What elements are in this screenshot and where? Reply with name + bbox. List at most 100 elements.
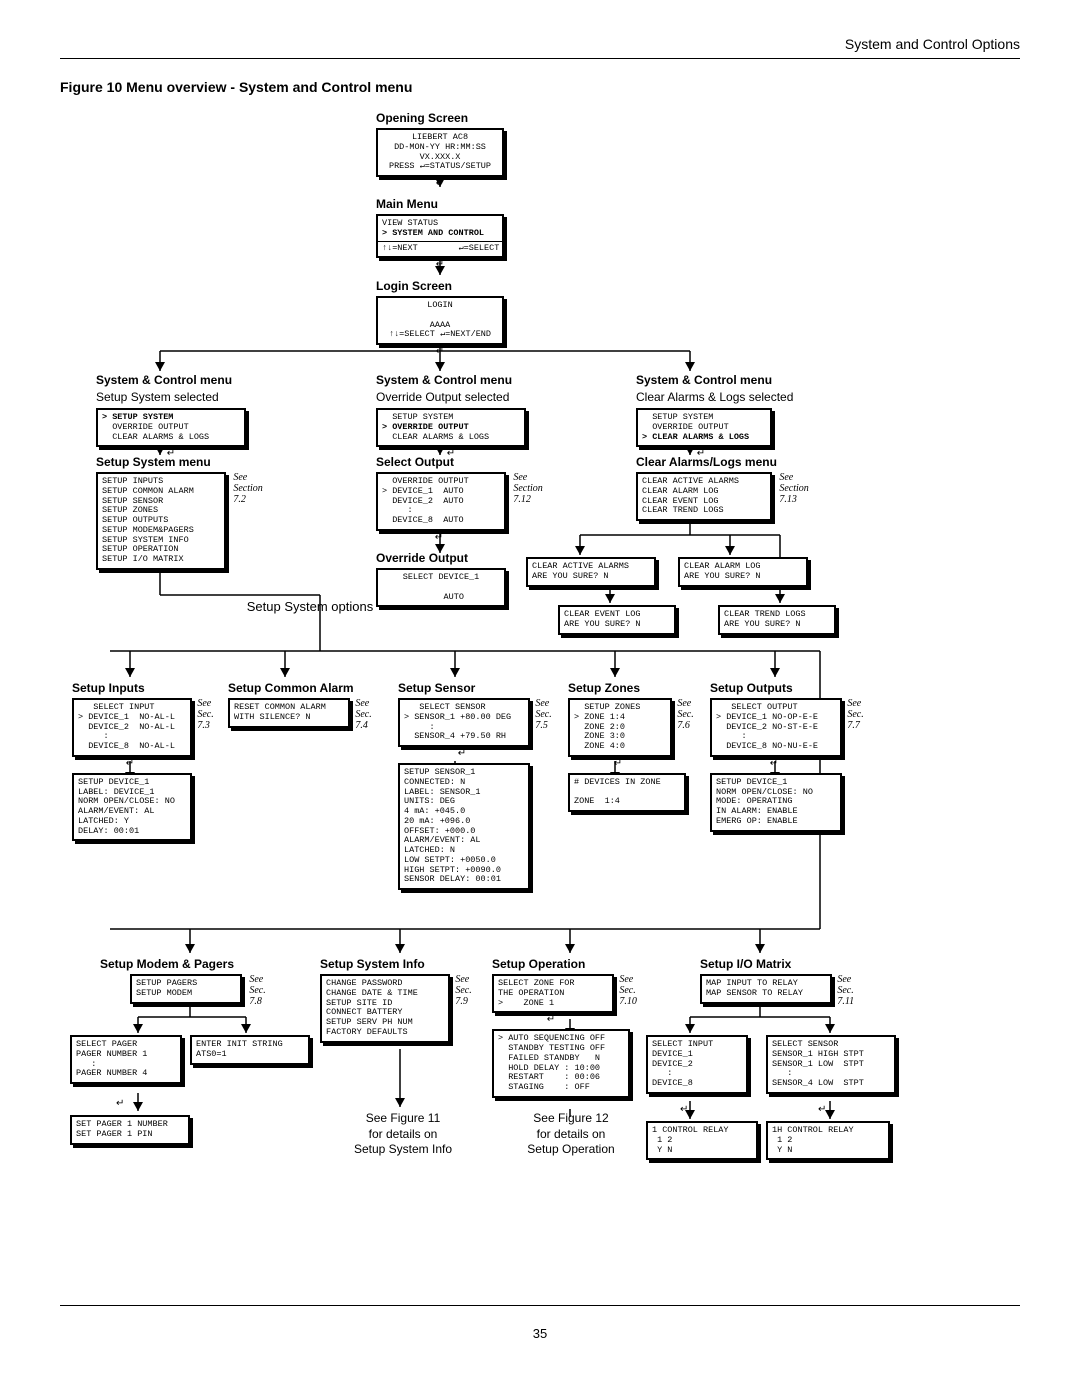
iomatrix-ctrl-b: 1H CONTROL RELAY 1 2 Y N [766,1121,890,1160]
opening-title: Opening Screen [376,111,504,125]
enter-icon: ↵ [116,1098,124,1109]
ref-7-6: See Sec. 7.6 [677,698,693,731]
setup-zones-lcd: SETUP ZONES > ZONE 1:4 ZONE 2:0 ZONE 3:0… [568,698,672,757]
enter-icon: ↵ [818,1104,826,1115]
setup-common-alarm-block: Setup Common Alarm RESET COMMON ALARM WI… [228,679,388,731]
page-number: 35 [60,1326,1020,1341]
setup-sensor-title: Setup Sensor [398,681,558,695]
diagram-canvas: Opening Screen LIEBERT AC8 DD-MON-YY HR:… [60,105,1020,1305]
rule-top [60,58,1020,59]
setup-inputs-title: Setup Inputs [72,681,222,695]
clear-alarms-title: Clear Alarms/Logs menu [636,455,836,469]
ref-7-10: See Sec. 7.10 [619,974,637,1007]
setup-options-label: Setup System options [210,599,410,614]
scm3-lcd: SETUP SYSTEM OVERRIDE OUTPUT > CLEAR ALA… [636,408,772,447]
setup-zones-title: Setup Zones [568,681,708,695]
ref-7-7: See Sec. 7.7 [847,698,863,731]
ask-active: CLEAR ACTIVE ALARMS ARE YOU SURE? N [526,557,656,587]
setup-common-alarm-title: Setup Common Alarm [228,681,388,695]
ask-alarm: CLEAR ALARM LOG ARE YOU SURE? N [678,557,808,587]
setup-iomatrix-lcd: MAP INPUT TO RELAY MAP SENSOR TO RELAY [700,974,832,1004]
enter-icon: ↵ [492,1014,610,1025]
enter-icon: ↵ [568,758,668,769]
setup-operation-title: Setup Operation [492,957,662,971]
setup-operation-lcd: SELECT ZONE FOR THE OPERATION > ZONE 1 [492,974,614,1013]
ref-7-4: See Sec. 7.4 [355,698,371,731]
setup-outputs-detail: SETUP DEVICE_1 NORM OPEN/CLOSE: NO MODE:… [710,773,842,832]
scm2-lcd: SETUP SYSTEM > OVERRIDE OUTPUT CLEAR ALA… [376,408,526,447]
enter-icon: ↵ [710,758,838,769]
enter-icon: ↵ [72,758,188,769]
ask-event: CLEAR EVENT LOG ARE YOU SURE? N [558,605,676,635]
setup-iomatrix-block: Setup I/O Matrix MAP INPUT TO RELAY MAP … [700,955,900,1007]
select-output-block: Select Output OVERRIDE OUTPUT > DEVICE_1… [376,453,546,543]
main-menu-block: Main Menu VIEW STATUS > SYSTEM AND CONTR… [376,195,504,270]
select-pager: SELECT PAGER PAGER NUMBER 1 : PAGER NUMB… [70,1035,182,1084]
see-fig-12: See Figure 12 for details on Setup Opera… [496,1111,646,1158]
setup-modem-block: Setup Modem & Pagers SETUP PAGERS SETUP … [100,955,330,1007]
setup-system-block: Setup System menu SETUP INPUTS SETUP COM… [96,453,266,570]
ref-7-8: See Sec. 7.8 [249,974,265,1007]
setup-sysinfo-title: Setup System Info [320,957,500,971]
select-output-lcd: OVERRIDE OUTPUT > DEVICE_1 AUTO DEVICE_2… [376,472,506,531]
ref-7-9: See Sec. 7.9 [455,974,471,1007]
setup-system-title: Setup System menu [96,455,266,469]
see-fig-11: See Figure 11 for details on Setup Syste… [328,1111,478,1158]
ref-7-12: See Section 7.12 [513,472,542,505]
enter-icon: ↵ [376,178,504,189]
login-title: Login Screen [376,279,504,293]
figure-title: Figure 10 Menu overview - System and Con… [60,79,1020,95]
enter-icon: ↵ [680,1104,688,1115]
init-string: ENTER INIT STRING ATS0=1 [190,1035,310,1065]
scm1-sub: Setup System selected [96,390,246,404]
ref-7-5: See Sec. 7.5 [535,698,551,731]
scm1-lcd: > SETUP SYSTEM OVERRIDE OUTPUT CLEAR ALA… [96,408,246,447]
setup-sensor-block: Setup Sensor SELECT SENSOR > SENSOR_1 +8… [398,679,558,890]
ref-7-3: See Sec. 7.3 [197,698,213,731]
page-header: System and Control Options [60,36,1020,52]
select-output-title: Select Output [376,455,546,469]
setup-sensor-lcd: SELECT SENSOR > SENSOR_1 +80.00 DEG : SE… [398,698,530,747]
clear-alarms-block: Clear Alarms/Logs menu CLEAR ACTIVE ALAR… [636,453,836,521]
override-output-title: Override Output [376,551,506,565]
setup-modem-lcd: SETUP PAGERS SETUP MODEM [130,974,242,1004]
setup-common-alarm-lcd: RESET COMMON ALARM WITH SILENCE? N [228,698,350,728]
setup-outputs-block: Setup Outputs SELECT OUTPUT > DEVICE_1 N… [710,679,880,832]
scm2-title: System & Control menu [376,373,526,387]
page-root: System and Control Options Figure 10 Men… [0,0,1080,1365]
setup-zones-detail: # DEVICES IN ZONE ZONE 1:4 [568,773,686,812]
setup-operation-block: Setup Operation SELECT ZONE FOR THE OPER… [492,955,662,1098]
scm-setup-system: System & Control menu Setup System selec… [96,371,246,459]
ref-7-13: See Section 7.13 [779,472,808,505]
setup-outputs-title: Setup Outputs [710,681,880,695]
enter-icon: ↵ [398,748,526,759]
enter-icon: ↵ [376,259,504,270]
setup-inputs-detail: SETUP DEVICE_1 LABEL: DEVICE_1 NORM OPEN… [72,773,192,842]
ref-7-2: See Section 7.2 [233,472,262,505]
iomatrix-sel-sensor: SELECT SENSOR SENSOR_1 HIGH STPT SENSOR_… [766,1035,896,1094]
enter-icon: ↵ [376,532,502,543]
setup-operation-detail: > AUTO SEQUENCING OFF STANDBY TESTING OF… [492,1029,630,1098]
enter-icon: ↵ [376,346,504,357]
setup-sensor-detail: SETUP SENSOR_1 CONNECTED: N LABEL: SENSO… [398,763,530,890]
login-block: Login Screen LOGIN AAAA ↑↓=SELECT ↵=NEXT… [376,277,504,357]
setup-inputs-lcd: SELECT INPUT > DEVICE_1 NO-AL-L DEVICE_2… [72,698,192,757]
setup-iomatrix-title: Setup I/O Matrix [700,957,900,971]
ask-trend: CLEAR TREND LOGS ARE YOU SURE? N [718,605,836,635]
main-menu-lcd: VIEW STATUS > SYSTEM AND CONTROL ↑↓=NEXT… [376,214,504,258]
rule-bottom [60,1305,1020,1306]
scm1-title: System & Control menu [96,373,246,387]
login-lcd: LOGIN AAAA ↑↓=SELECT ↵=NEXT/END [376,296,504,345]
iomatrix-ctrl-a: 1 CONTROL RELAY 1 2 Y N [646,1121,758,1160]
setup-sysinfo-lcd: CHANGE PASSWORD CHANGE DATE & TIME SETUP… [320,974,450,1043]
scm3-sub: Clear Alarms & Logs selected [636,390,816,404]
iomatrix-sel-input: SELECT INPUT DEVICE_1 DEVICE_2 : DEVICE_… [646,1035,748,1094]
setup-outputs-lcd: SELECT OUTPUT > DEVICE_1 NO-OP-E-E DEVIC… [710,698,842,757]
scm3-title: System & Control menu [636,373,816,387]
scm-override: System & Control menu Override Output se… [376,371,526,459]
clear-alarms-lcd: CLEAR ACTIVE ALARMS CLEAR ALARM LOG CLEA… [636,472,772,521]
setup-inputs-block: Setup Inputs SELECT INPUT > DEVICE_1 NO-… [72,679,222,841]
opening-lcd: LIEBERT AC8 DD-MON-YY HR:MM:SS VX.XXX.X … [376,128,504,177]
setup-system-lcd: SETUP INPUTS SETUP COMMON ALARM SETUP SE… [96,472,226,570]
scm2-sub: Override Output selected [376,390,526,404]
